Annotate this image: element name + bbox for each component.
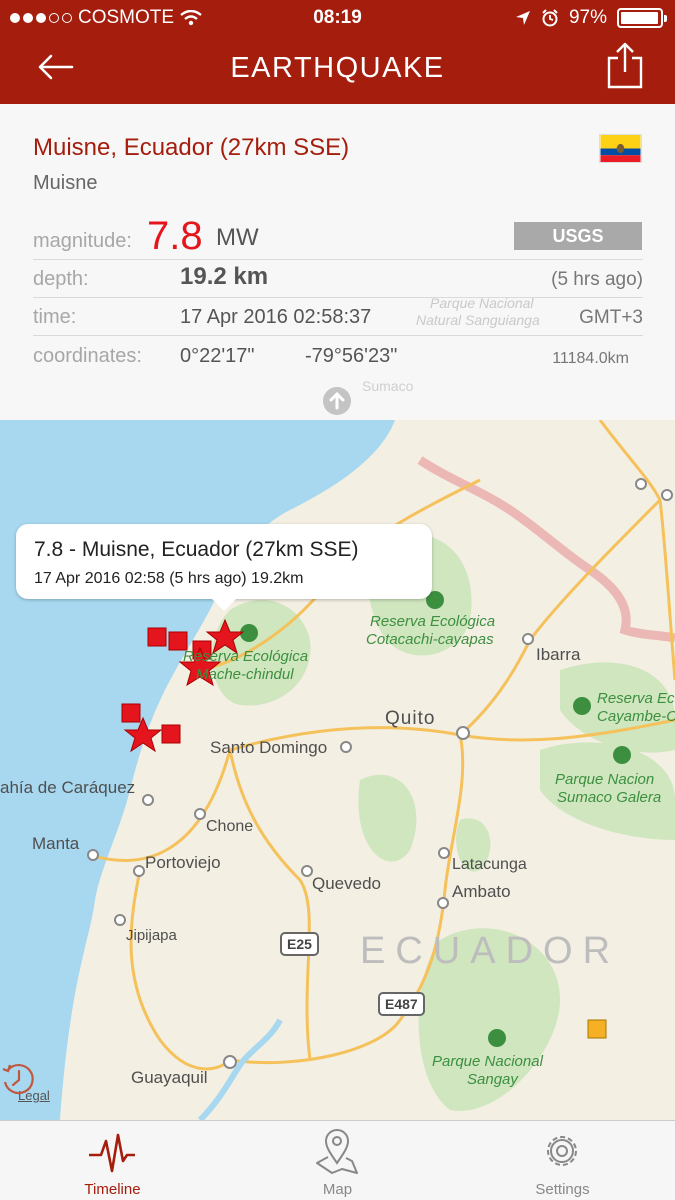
depth-row: depth: 19.2 km (5 hrs ago) <box>33 260 643 298</box>
park-label-sumaco-1: Parque Nacion <box>555 771 655 788</box>
tab-map[interactable]: Map <box>225 1121 450 1200</box>
city-label-guayaquil: Guayaquil <box>131 1068 208 1087</box>
coord-longitude: -79°56'23" <box>305 345 398 367</box>
park-label-cayambe-2: Cayambe-C <box>597 708 675 725</box>
bg-park-label-1: Parque Nacional <box>430 295 534 311</box>
history-clock-icon[interactable] <box>0 1060 38 1098</box>
source-badge[interactable]: USGS <box>514 222 642 250</box>
status-right: 97% <box>515 7 667 29</box>
park-label-sangay-2: Sangay <box>467 1071 518 1088</box>
time-row: time: 17 Apr 2016 02:58:37 GMT+3 <box>33 298 643 336</box>
coordinates-label: coordinates: <box>33 345 142 367</box>
ecuador-flag-icon <box>599 134 642 163</box>
road-3 <box>228 749 312 1061</box>
bg-park-label-2: Natural Sanguianga <box>416 312 540 328</box>
tab-label-map: Map <box>322 1181 353 1198</box>
share-icon[interactable] <box>606 42 644 90</box>
timezone: GMT+3 <box>579 307 643 328</box>
country-label: ECUADOR <box>360 930 621 972</box>
tab-settings[interactable]: Settings <box>450 1121 675 1200</box>
page-title: EARTHQUAKE <box>230 52 445 84</box>
city-label-bahia: ahía de Caráquez <box>0 778 136 797</box>
time-label: time: <box>33 306 77 328</box>
bg-city-label: Sumaco <box>362 378 414 394</box>
time-ago: (5 hrs ago) <box>551 269 643 290</box>
city-label-ibarra: Ibarra <box>536 645 581 664</box>
city-label-portoviejo: Portoviejo <box>145 853 221 872</box>
callout-detail: 17 Apr 2016 02:58 (5 hrs ago) 19.2km <box>34 570 304 587</box>
coord-latitude: 0°22'17" <box>180 345 255 367</box>
quake-place: Muisne, Ecuador (27km SSE) <box>33 134 350 161</box>
park-label-sangay-1: Parque Nacional <box>432 1053 543 1070</box>
distance-value: 11184.0km <box>552 350 629 367</box>
park-label-mache-2: Mache-chindul <box>196 666 294 683</box>
city-label-chone: Chone <box>206 818 254 835</box>
city-label-quito: Quito <box>385 708 436 729</box>
callout-title: 7.8 - Muisne, Ecuador (27km SSE) <box>34 538 359 561</box>
coordinates-row: coordinates: 0°22'17" -79°56'23" 11184.0… <box>33 336 643 374</box>
top-bar: COSMOTE 08:19 97% EARTHQUAKE <box>0 0 675 104</box>
depth-value: 19.2 km <box>180 263 269 290</box>
depth-label: depth: <box>33 268 89 290</box>
park-label-sumaco-2: Sumaco Galera <box>557 789 662 806</box>
city-label-ambato: Ambato <box>452 882 511 901</box>
older-quake-marker <box>587 1019 607 1039</box>
highway-shield-e25: E25 <box>280 932 319 956</box>
status-bar: COSMOTE 08:19 97% <box>0 0 675 36</box>
location-arrow-icon <box>515 11 530 25</box>
battery-percent: 97% <box>568 7 607 28</box>
map-pin-icon <box>316 1129 358 1174</box>
magnitude-label: magnitude: <box>33 230 132 252</box>
city-label-manta: Manta <box>32 834 80 853</box>
road-5 <box>129 869 232 1071</box>
park-label-mache-1: Reserva Ecológica <box>183 648 309 665</box>
collapse-up-icon[interactable] <box>323 387 351 415</box>
pulse-icon <box>89 1133 135 1173</box>
magnitude-value: 7.8 <box>147 214 203 258</box>
tab-bar: Timeline Map Settings <box>0 1120 675 1200</box>
battery-icon <box>617 8 667 28</box>
city-label-santo-domingo: Santo Domingo <box>210 738 328 757</box>
city-label-jipijapa: Jipijapa <box>126 927 177 944</box>
park-label-cotacachi-2: Cotacachi-cayapas <box>366 631 494 648</box>
city-label-latacunga: Latacunga <box>452 856 527 873</box>
tab-label-settings: Settings <box>535 1181 590 1198</box>
park-area-small-1 <box>358 774 417 862</box>
tab-label-timeline: Timeline <box>84 1181 141 1198</box>
time-value: 17 Apr 2016 02:58:37 <box>180 306 372 328</box>
park-label-cayambe-1: Reserva Ec <box>597 690 675 707</box>
city-label-quevedo: Quevedo <box>312 874 381 893</box>
highway-shield-e487: E487 <box>378 992 425 1016</box>
map-callout[interactable]: 7.8 - Muisne, Ecuador (27km SSE) 17 Apr … <box>16 524 432 611</box>
tab-timeline[interactable]: Timeline <box>0 1121 225 1200</box>
gear-icon <box>547 1136 577 1166</box>
alarm-clock-icon <box>542 9 558 27</box>
park-label-cotacachi-1: Reserva Ecológica <box>370 613 496 630</box>
quake-subplace: Muisne <box>33 172 98 194</box>
magnitude-unit: MW <box>216 224 259 251</box>
